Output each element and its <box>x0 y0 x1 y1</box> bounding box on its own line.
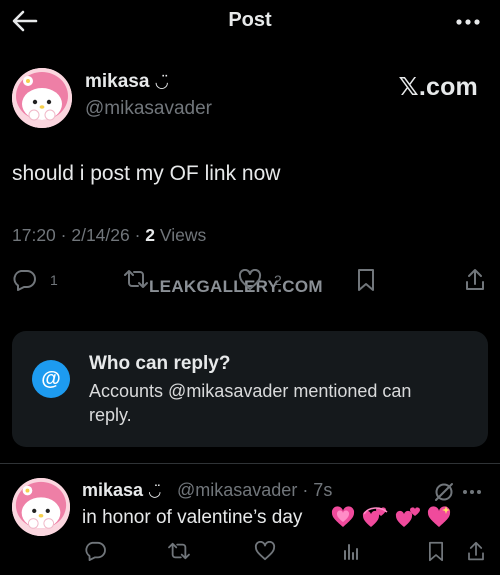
bookmark-button[interactable] <box>356 268 376 292</box>
like-button[interactable]: 2 <box>238 269 282 291</box>
author-handle[interactable]: @mikasavader <box>85 98 212 120</box>
name-emoji: ◡̈ <box>154 74 169 91</box>
reply-author-name-text: mikasa <box>82 480 144 500</box>
watermark: LEAKGALLERY.COM <box>149 277 323 296</box>
melody-avatar-icon <box>12 478 70 536</box>
sparkling-heart-icon <box>427 506 451 527</box>
bookmark-icon <box>429 541 443 562</box>
two-hearts-icon <box>395 507 420 527</box>
reply-like-button[interactable] <box>254 541 276 561</box>
bar-chart-icon <box>344 544 358 560</box>
growing-heart-icon <box>331 506 355 527</box>
share-button[interactable] <box>464 268 486 292</box>
grok-icon <box>435 483 453 501</box>
melody-avatar-icon <box>12 68 72 128</box>
reply-button[interactable]: 1 <box>12 269 58 291</box>
arrow-left-icon <box>12 10 38 32</box>
reply-restriction-title: Who can reply? <box>89 353 231 374</box>
reply-reply-button[interactable] <box>84 541 106 561</box>
name-emoji: ◡̈ <box>148 483 162 500</box>
more-horizontal-icon <box>463 490 481 494</box>
back-button[interactable] <box>10 6 40 36</box>
at-sign-icon: @ <box>32 360 70 398</box>
reply-bubble-icon <box>85 541 106 561</box>
reply-share-button[interactable] <box>466 541 486 562</box>
post-meta: 17:20 · 2/14/26 · 2 Views <box>12 225 206 246</box>
reply-count: 1 <box>50 272 58 288</box>
like-count: 2 <box>274 272 282 288</box>
views-label: Views <box>155 225 207 245</box>
reply-author-name[interactable]: mikasa ◡̈ <box>82 480 161 501</box>
brand-logo: 𝕏.com <box>398 73 478 101</box>
reply-restriction-card[interactable]: @ Who can reply? Accounts @mikasavader m… <box>12 331 488 447</box>
repost-icon <box>124 270 148 288</box>
page-title: Post <box>228 9 272 31</box>
post-text: should i post my OF link now <box>12 162 281 185</box>
heart-emoji-row <box>330 505 452 529</box>
repost-icon <box>168 542 190 560</box>
reply-bubble-icon <box>13 270 36 291</box>
avatar[interactable] <box>12 68 72 128</box>
revolving-hearts-icon <box>362 507 388 527</box>
heart-icon <box>254 541 276 561</box>
views-count: 2 <box>145 225 156 245</box>
repost-button[interactable] <box>122 268 150 290</box>
reply-views-button[interactable] <box>342 542 360 560</box>
reply-text: in honor of valentine’s day <box>82 507 303 528</box>
share-icon <box>466 269 484 290</box>
more-horizontal-icon <box>456 19 480 25</box>
author-name-text: mikasa <box>85 71 150 92</box>
heart-icon <box>238 269 262 290</box>
top-bar: Post <box>0 0 500 44</box>
reply-restriction-description: Accounts @mikasavader mentioned can repl… <box>89 381 412 425</box>
reply-avatar[interactable] <box>12 478 70 536</box>
reply-more-button[interactable] <box>462 482 482 507</box>
reply-bookmark-button[interactable] <box>427 541 445 562</box>
post-page: Post mikasa ◡̈ @mikasavader 𝕏.com should… <box>0 0 500 575</box>
bookmark-icon <box>358 269 374 291</box>
post-timestamp: 17:20 · 2/14/26 · <box>12 225 146 245</box>
more-options-button[interactable] <box>454 8 482 36</box>
divider <box>0 463 500 464</box>
reply-handle-time[interactable]: @mikasavader · 7s <box>177 480 332 501</box>
share-icon <box>468 541 484 561</box>
reply-repost-button[interactable] <box>166 541 192 561</box>
grok-button[interactable] <box>433 481 455 508</box>
author-name[interactable]: mikasa ◡̈ <box>85 71 169 93</box>
